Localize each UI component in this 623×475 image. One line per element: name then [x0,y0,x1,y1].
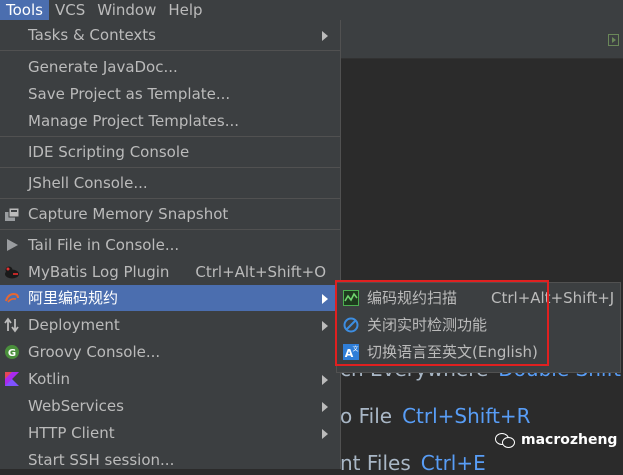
menu-item-label: WebServices [28,397,124,415]
editor-area: ch EverywhereDouble Shift o FileCtrl+Shi… [340,59,623,475]
submenu-arrow-icon [322,402,328,412]
bird-icon [5,266,19,279]
submenu-item-disable-realtime-check[interactable]: 关闭实时检测功能 [337,312,620,338]
groovy-icon: G [5,345,19,359]
menu-item-label: Start SSH session... [28,451,175,469]
language-switch-icon: A 文 [343,344,359,360]
menu-item-generate-javadoc[interactable]: Generate JavaDoc... [0,54,340,80]
submenu-arrow-icon [322,321,328,331]
deployment-arrows-icon [4,317,19,333]
hint-shortcut: Ctrl+Shift+R [402,404,531,428]
menu-separator [0,50,340,51]
go-to-file-hint: o File Ctrl+Shift+R [340,404,531,428]
menu-item-label: MyBatis Log Plugin [28,263,170,281]
menu-vcs[interactable]: VCS [49,0,91,20]
menu-separator [0,229,340,230]
submenu-item-switch-language[interactable]: A 文 切换语言至英文(English) [337,339,620,365]
kotlin-icon [5,372,19,386]
menu-item-label: Kotlin [28,370,70,388]
menu-item-shortcut: Ctrl+Alt+Shift+O [195,263,326,281]
menu-separator [0,167,340,168]
submenu-arrow-icon [322,31,328,41]
menu-item-label: 阿里编码规约 [28,289,119,307]
ide-toolbar [340,20,623,59]
menu-item-save-project-template[interactable]: Save Project as Template... [0,81,340,107]
menu-item-capture-memory-snapshot[interactable]: Capture Memory Snapshot [0,201,340,227]
svg-text:G: G [8,348,16,359]
menu-item-tasks-contexts[interactable]: Tasks & Contexts [0,22,340,48]
hint-shortcut: Ctrl+E [420,451,486,475]
menu-item-label: Manage Project Templates... [28,112,240,130]
run-icon[interactable] [608,34,619,46]
submenu-item-label: 编码规约扫描 [367,289,458,307]
memory-snapshot-icon [5,207,20,221]
submenu-item-label: 切换语言至英文(English) [367,343,538,361]
svg-text:文: 文 [352,345,358,353]
menu-item-label: Tasks & Contexts [28,26,156,44]
menu-item-label: Save Project as Template... [28,85,231,103]
menu-item-label: Capture Memory Snapshot [28,205,229,223]
watermark-text: macrozheng [521,432,618,448]
menu-bar: Tools VCS Window Help [0,0,623,20]
hint-text: nt Files [340,451,411,475]
menu-item-jshell-console[interactable]: JShell Console... [0,170,340,196]
menu-item-alibaba-coding-guidelines[interactable]: 阿里编码规约 [0,285,340,311]
menu-item-label: Deployment [28,316,120,334]
menu-item-label: JShell Console... [28,174,148,192]
menu-item-tail-file[interactable]: Tail File in Console... [0,232,340,258]
menu-item-label: Tail File in Console... [28,236,180,254]
hint-text: o File [340,404,393,428]
recent-files-hint: nt Files Ctrl+E [340,451,486,475]
menu-item-deployment[interactable]: Deployment [0,312,340,338]
menu-item-ide-scripting-console[interactable]: IDE Scripting Console [0,139,340,165]
wechat-icon [495,432,515,448]
menu-separator [0,198,340,199]
disable-circle-icon [343,317,359,333]
menu-item-kotlin[interactable]: Kotlin [0,366,340,392]
submenu-arrow-icon [322,429,328,439]
menu-item-label: HTTP Client [28,424,115,442]
submenu-arrow-icon [322,375,328,385]
tools-menu: Tasks & Contexts Generate JavaDoc... Sav… [0,20,341,469]
submenu-arrow-icon [322,294,328,304]
menu-item-label: Generate JavaDoc... [28,58,178,76]
submenu-item-code-scan[interactable]: 编码规约扫描 Ctrl+Alt+Shift+J [337,285,620,311]
menu-item-label: IDE Scripting Console [28,143,190,161]
submenu-item-shortcut: Ctrl+Alt+Shift+J [491,289,615,307]
menu-item-label: Groovy Console... [28,343,161,361]
menu-help[interactable]: Help [162,0,208,20]
alibaba-icon [5,292,19,303]
scan-chart-icon [343,290,359,306]
menu-item-webservices[interactable]: WebServices [0,393,340,419]
menu-window[interactable]: Window [91,0,162,20]
menu-item-http-client[interactable]: HTTP Client [0,420,340,446]
menu-item-manage-project-templates[interactable]: Manage Project Templates... [0,108,340,134]
play-icon [7,239,18,251]
menu-item-groovy-console[interactable]: G Groovy Console... [0,339,340,365]
menu-item-start-ssh-session[interactable]: Start SSH session... [0,447,340,473]
submenu-item-label: 关闭实时检测功能 [367,316,488,334]
menu-tools[interactable]: Tools [0,0,49,20]
menu-item-mybatis-log-plugin[interactable]: MyBatis Log Plugin Ctrl+Alt+Shift+O [0,259,340,285]
watermark: macrozheng [495,432,617,448]
alibaba-submenu: 编码规约扫描 Ctrl+Alt+Shift+J 关闭实时检测功能 A 文 切换语… [336,282,621,373]
menu-separator [0,136,340,137]
